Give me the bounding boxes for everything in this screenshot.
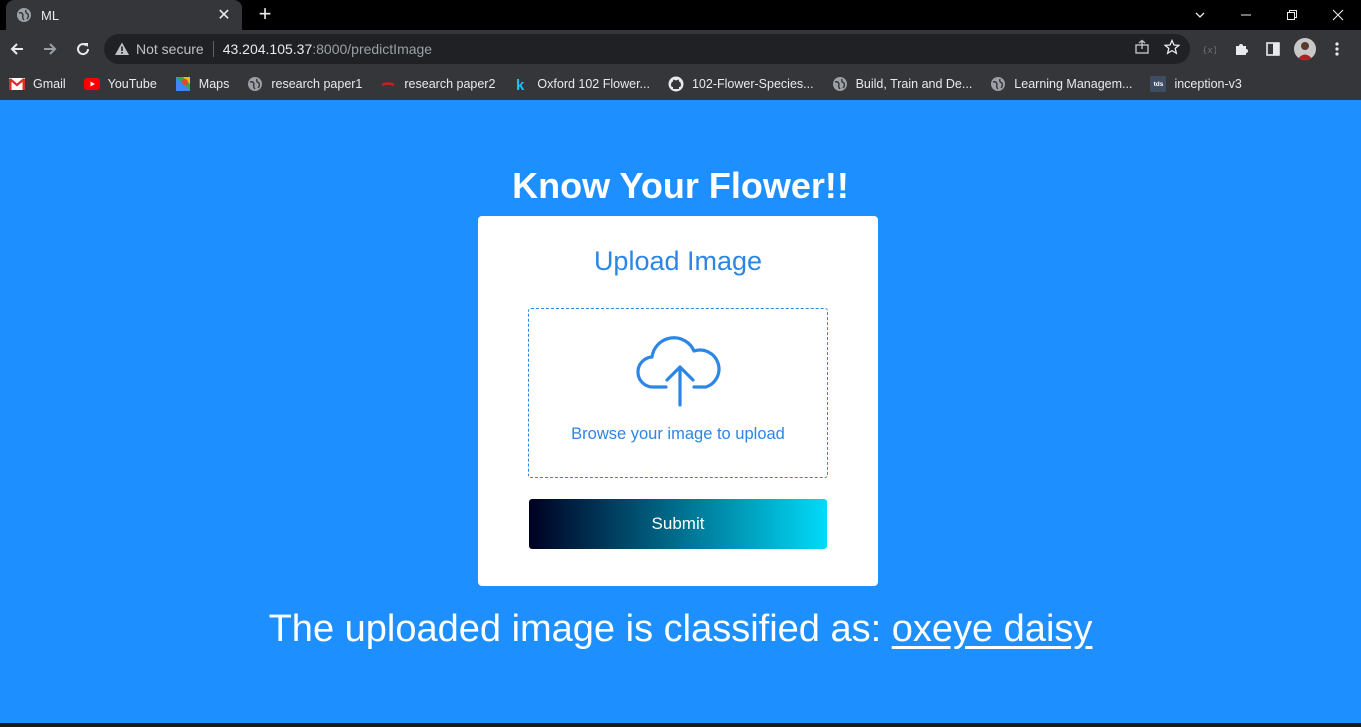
research-icon (380, 76, 396, 92)
globe-icon (832, 76, 848, 92)
upload-title: Upload Image (593, 246, 763, 276)
menu-kebab-icon[interactable] (1321, 33, 1353, 65)
warning-icon[interactable] (114, 41, 130, 57)
restore-icon[interactable] (1269, 0, 1315, 30)
bookmark-maps[interactable]: Maps (175, 76, 230, 92)
url-host: 43.204.105.37 (222, 41, 313, 57)
cloud-upload-icon (636, 336, 721, 407)
bookmark-label: inception-v3 (1174, 77, 1242, 91)
bookmark-github-repo[interactable]: 102-Flower-Species... (668, 76, 814, 92)
bookmark-research-paper1[interactable]: research paper1 (247, 76, 362, 92)
classification-result: The uploaded image is classified as: oxe… (0, 608, 1361, 651)
close-window-icon[interactable] (1315, 0, 1361, 30)
bookmarks-bar: Gmail YouTube Maps research paper1 resea… (0, 68, 1361, 100)
tab-title: ML (41, 7, 60, 23)
bookmark-label: Maps (198, 77, 230, 91)
divider (212, 41, 214, 57)
reload-icon[interactable] (67, 33, 99, 65)
bookmark-research-paper2[interactable]: research paper2 (380, 76, 495, 92)
youtube-icon (83, 76, 100, 92)
bookmark-label: research paper1 (271, 77, 363, 91)
extension-placeholder-icon[interactable]: {x} (1193, 33, 1225, 65)
new-tab-button[interactable]: + (252, 3, 278, 27)
bookmark-label: Oxford 102 Flower... (537, 77, 650, 91)
url-path: :8000/predictImage (312, 41, 433, 57)
page-title: Know Your Flower!! (512, 165, 849, 206)
bookmark-oxford-flower[interactable]: k Oxford 102 Flower... (513, 76, 650, 92)
browser-toolbar: Not secure 43.204.105.37 :8000/predictIm… (0, 30, 1361, 68)
svg-text:{x}: {x} (1202, 46, 1216, 55)
back-arrow-icon[interactable] (1, 33, 33, 65)
toolbar-right: {x} (1193, 30, 1361, 68)
bookmark-gmail[interactable]: Gmail (9, 76, 66, 92)
result-prefix: The uploaded image is classified as: (268, 608, 892, 650)
window-controls (1177, 0, 1361, 30)
kaggle-icon: k (513, 76, 529, 92)
address-bar-actions (1134, 34, 1181, 64)
globe-icon (990, 76, 1006, 92)
bookmark-label: Gmail (33, 77, 66, 91)
minimize-icon[interactable] (1223, 0, 1269, 30)
tds-icon-text: tds (1153, 80, 1164, 88)
bookmark-label: YouTube (107, 77, 157, 91)
bookmark-youtube[interactable]: YouTube (83, 76, 157, 92)
upload-card: Upload Image Browse your image to upload… (478, 216, 878, 586)
bookmark-star-icon[interactable] (1163, 38, 1181, 60)
globe-icon (16, 7, 32, 23)
tab-close-icon[interactable]: ✕ (216, 5, 232, 25)
tds-icon: tds (1150, 76, 1167, 92)
bookmark-build-train[interactable]: Build, Train and De... (832, 76, 973, 92)
bookmark-label: research paper2 (404, 77, 496, 91)
submit-button[interactable]: Submit (529, 499, 827, 549)
bookmark-inception-v3[interactable]: tds inception-v3 (1150, 76, 1242, 92)
tab-search-icon[interactable] (1177, 0, 1223, 30)
share-icon[interactable] (1134, 39, 1150, 60)
gmail-icon (9, 76, 25, 92)
bookmark-label: Build, Train and De... (855, 77, 973, 91)
avatar (1294, 38, 1316, 60)
profile-avatar[interactable] (1289, 33, 1321, 65)
address-bar[interactable]: Not secure 43.204.105.37 :8000/predictIm… (104, 34, 1190, 64)
side-panel-icon[interactable] (1257, 33, 1289, 65)
browser-tab[interactable]: ML ✕ (6, 0, 242, 30)
result-value: oxeye daisy (891, 608, 1093, 650)
github-icon (668, 76, 684, 92)
browser-tab-bar: ML ✕ + (0, 0, 1361, 30)
maps-icon (175, 76, 191, 92)
not-secure-label[interactable]: Not secure (136, 41, 204, 57)
bookmark-label: Learning Managem... (1014, 77, 1133, 91)
svg-text:k: k (516, 77, 525, 92)
bookmark-learning-management[interactable]: Learning Managem... (990, 76, 1132, 92)
forward-arrow-icon[interactable] (34, 33, 66, 65)
upload-dropzone[interactable]: Browse your image to upload (528, 308, 828, 478)
dropzone-label: Browse your image to upload (571, 425, 785, 443)
bottom-edge (0, 723, 1361, 727)
globe-icon (247, 76, 263, 92)
extensions-puzzle-icon[interactable] (1225, 33, 1257, 65)
bookmark-label: 102-Flower-Species... (691, 77, 814, 91)
